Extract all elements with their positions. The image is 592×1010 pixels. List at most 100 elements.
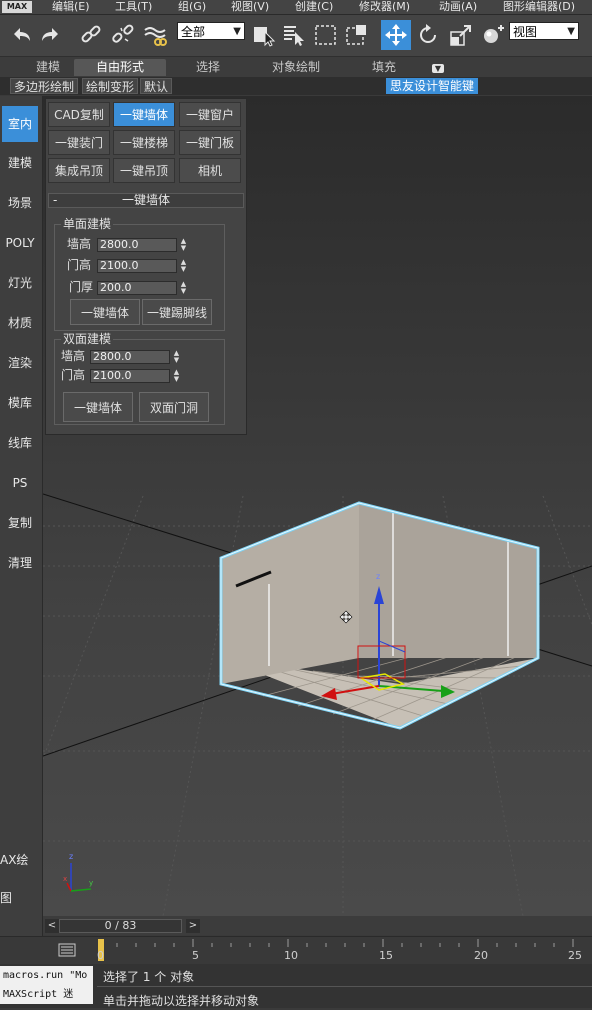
double-wall-height-label: 墙高 xyxy=(61,349,86,363)
integrated-ceiling-button[interactable]: 集成吊顶 xyxy=(48,158,110,183)
tab-selection[interactable]: 选择 xyxy=(180,59,236,76)
axis-tripod-icon: z x y xyxy=(63,852,93,892)
one-click-stairs-button[interactable]: 一键楼梯 xyxy=(113,130,175,155)
door-thickness-spinner[interactable]: ▲ ▼ xyxy=(179,281,188,295)
unlink-icon[interactable] xyxy=(108,20,138,50)
door-height-spinner[interactable]: ▲ ▼ xyxy=(179,259,188,273)
tick-label: 0 xyxy=(97,949,104,962)
wall-height-spinner[interactable]: ▲ ▼ xyxy=(179,238,188,252)
track-bar[interactable]: 0 5 10 15 20 25 xyxy=(0,936,592,965)
sidebar-item-ps[interactable]: PS xyxy=(0,464,40,502)
sidebar-item-lights[interactable]: 灯光 xyxy=(0,264,40,302)
time-slider: < 0 / 83 > xyxy=(43,916,592,935)
reference-coord-select[interactable]: 视图 ▼ xyxy=(509,22,579,40)
sidebar-item-poly[interactable]: POLY xyxy=(0,224,40,262)
double-sided-group: 双面建模 墙高 2800.0 ▲ ▼ 门高 2100.0 ▲ ▼ 一键墙体 双面门洞 xyxy=(54,332,225,425)
paint-deform-button[interactable]: 绘制变形 xyxy=(82,78,139,94)
selection-filter-select[interactable]: 全部 ▼ xyxy=(177,22,245,40)
one-click-door-button[interactable]: 一键装门 xyxy=(48,130,110,155)
double-door-height-spinner[interactable]: ▲ ▼ xyxy=(172,369,181,383)
menu-animation[interactable]: 动画(A) xyxy=(439,0,477,13)
sidebar-item-copy[interactable]: 复制 xyxy=(0,504,40,542)
select-by-name-icon[interactable] xyxy=(279,20,309,50)
select-object-icon[interactable] xyxy=(249,20,279,50)
maxscript-listener-mini[interactable]: macros.run "Mo MAXScript 迷 xyxy=(0,966,93,1004)
polygon-draw-button[interactable]: 多边形绘制 xyxy=(10,78,79,94)
smart-key-button[interactable]: 思友设计智能键 xyxy=(386,78,478,94)
tab-freeform[interactable]: 自由形式 xyxy=(74,59,166,76)
select-scale-icon[interactable] xyxy=(446,20,476,50)
reference-coord-icon[interactable] xyxy=(478,20,508,50)
camera-button[interactable]: 相机 xyxy=(179,158,241,183)
cad-copy-button[interactable]: CAD复制 xyxy=(48,102,110,127)
single-wall-button[interactable]: 一键墙体 xyxy=(70,299,140,325)
tab-object-paint[interactable]: 对象绘制 xyxy=(252,59,340,76)
chevron-down-icon: ▼ xyxy=(567,26,575,37)
window-crossing-icon[interactable] xyxy=(342,20,372,50)
sidebar-item-model-library[interactable]: 模库 xyxy=(0,384,40,422)
menu-edit[interactable]: 编辑(E) xyxy=(52,0,90,13)
sidebar-item-materials[interactable]: 材质 xyxy=(0,304,40,342)
one-click-window-button[interactable]: 一键窗户 xyxy=(179,102,241,127)
one-click-door-panel-button[interactable]: 一键门板 xyxy=(179,130,241,155)
double-wall-height-field[interactable]: 2800.0 xyxy=(90,350,170,364)
selection-filter-value: 全部 xyxy=(181,25,206,39)
menu-modifiers[interactable]: 修改器(M) xyxy=(359,0,410,13)
ribbon-panel-bar: 多边形绘制 绘制变形 默认 思友设计智能键 xyxy=(0,77,592,95)
menu-views[interactable]: 视图(V) xyxy=(231,0,269,13)
ribbon-options-toggle[interactable]: ▼ xyxy=(424,59,452,76)
redo-icon[interactable] xyxy=(36,20,66,50)
door-height-field[interactable]: 2100.0 xyxy=(97,259,177,273)
menu-create[interactable]: 创建(C) xyxy=(295,0,333,13)
rollout-collapse-toggle[interactable]: - xyxy=(53,194,57,207)
wall-height-field[interactable]: 2800.0 xyxy=(97,238,177,252)
sidebar-item-interior[interactable]: 室内 xyxy=(2,106,38,142)
main-toolbar: 全部 ▼ 视图 ▼ xyxy=(0,15,592,57)
tab-populate[interactable]: 填充 xyxy=(356,59,412,76)
ribbon-tabs: 建模 自由形式 选择 对象绘制 填充 ▼ xyxy=(0,57,592,77)
sidebar-item-modeling[interactable]: 建模 xyxy=(0,144,40,182)
defaults-button[interactable]: 默认 xyxy=(140,78,173,94)
rectangle-region-icon[interactable] xyxy=(311,20,341,50)
one-click-wall-tab-button[interactable]: 一键墙体 xyxy=(113,102,175,127)
double-wall-button[interactable]: 一键墙体 xyxy=(63,392,133,422)
tick-label: 25 xyxy=(568,949,582,962)
sidebar-item-scene[interactable]: 场景 xyxy=(0,184,40,222)
menu-graph-editors[interactable]: 图形编辑器(D) xyxy=(503,0,575,13)
time-slider-thumb[interactable]: 0 / 83 xyxy=(59,919,182,933)
reference-coord-value: 视图 xyxy=(513,25,538,39)
link-icon[interactable] xyxy=(76,20,106,50)
tick-label: 10 xyxy=(284,949,298,962)
sidebar-item-drawing[interactable]: AX绘图 xyxy=(0,841,40,905)
double-wall-height-spinner[interactable]: ▲ ▼ xyxy=(172,350,181,364)
double-door-opening-button[interactable]: 双面门洞 xyxy=(139,392,209,422)
menu-tools[interactable]: 工具(T) xyxy=(115,0,152,13)
prev-frame-button[interactable]: < xyxy=(45,919,59,933)
one-click-ceiling-button[interactable]: 一键吊顶 xyxy=(113,158,175,183)
app-logo[interactable]: MAX xyxy=(2,1,32,13)
svg-text:y: y xyxy=(89,879,93,887)
chevron-down-icon: ▼ xyxy=(431,64,445,73)
curve-editor-icon[interactable] xyxy=(58,943,76,957)
tab-modeling[interactable]: 建模 xyxy=(22,59,74,76)
sidebar-item-render[interactable]: 渲染 xyxy=(0,344,40,382)
door-thickness-field[interactable]: 200.0 xyxy=(97,281,177,295)
bind-space-warp-icon[interactable] xyxy=(140,20,170,50)
chevron-down-icon: ▼ xyxy=(233,26,241,37)
rollout-header[interactable]: - 一键墙体 xyxy=(48,193,244,208)
menu-group[interactable]: 组(G) xyxy=(178,0,206,13)
undo-icon[interactable] xyxy=(6,20,36,50)
double-door-height-field[interactable]: 2100.0 xyxy=(90,369,170,383)
next-frame-button[interactable]: > xyxy=(186,919,200,933)
sidebar-item-line-library[interactable]: 线库 xyxy=(0,424,40,462)
select-rotate-icon[interactable] xyxy=(413,20,443,50)
sidebar-item-cleanup[interactable]: 清理 xyxy=(0,544,40,582)
select-move-icon[interactable] xyxy=(381,20,411,50)
skirting-line-button[interactable]: 一键踢脚线 xyxy=(142,299,212,325)
tick-label: 5 xyxy=(192,949,199,962)
selection-status: 选择了 1 个 对象 xyxy=(103,970,195,984)
svg-text:x: x xyxy=(63,875,67,883)
rollout-title: 一键墙体 xyxy=(121,193,170,207)
double-sided-title: 双面建模 xyxy=(61,332,114,346)
status-bar: macros.run "Mo MAXScript 迷 选择了 1 个 对象 单击… xyxy=(0,964,592,1008)
